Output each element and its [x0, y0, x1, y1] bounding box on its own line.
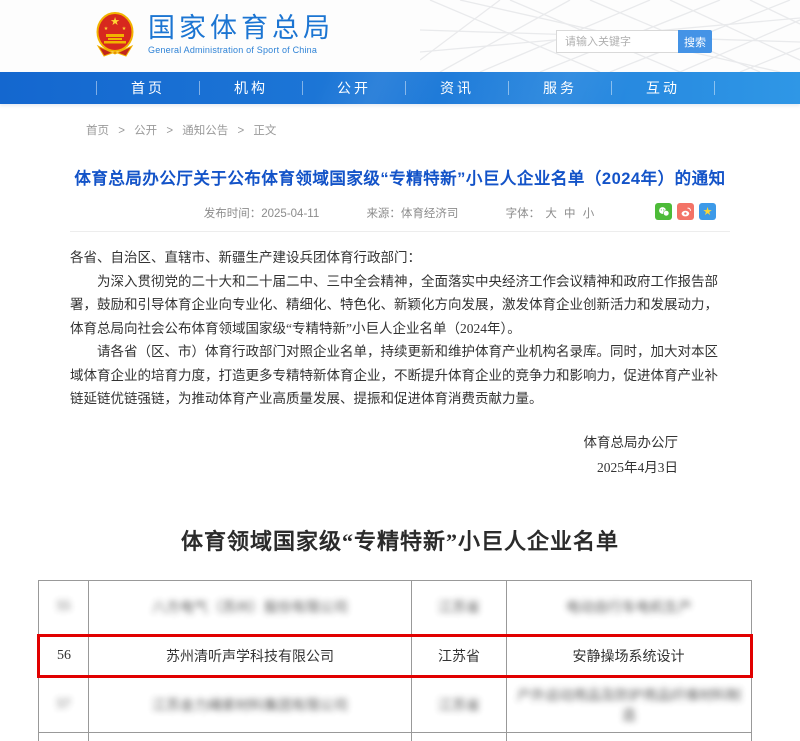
article-source: 来源：体育经济司: [366, 208, 458, 220]
font-size-small[interactable]: 小: [583, 208, 595, 220]
national-emblem-icon: ★ ★ ★: [94, 10, 136, 60]
weibo-share-icon[interactable]: [677, 203, 694, 220]
signature-block: 体育总局办公厅 2025年4月3日: [70, 430, 730, 480]
qzone-share-icon[interactable]: ★: [699, 203, 716, 220]
wechat-share-icon[interactable]: [655, 203, 672, 220]
business-type: 户外运动用品及防护用品纤维材料制造: [517, 689, 741, 724]
business-type: 安静操场系统设计: [573, 650, 685, 665]
site-subtitle: General Administration of Sport of China: [148, 46, 334, 56]
font-size-label: 字体：: [506, 208, 541, 220]
company-name: 江苏金力绳索材料集团有限公司: [152, 699, 348, 714]
site-logo[interactable]: ★ ★ ★ 国家体育总局 General Administration of S…: [94, 10, 334, 60]
company-table: 55 八方电气（苏州）股份有限公司 江苏省 电动自行车电机生产 56 苏州清听声…: [37, 580, 753, 741]
article: 体育总局办公厅关于公布体育领域国家级“专精特新”小巨人企业名单（2024年）的通…: [70, 165, 730, 556]
article-body: 各省、自治区、直辖市、新疆生产建设兵团体育行政部门： 为深入贯彻党的二十大和二十…: [70, 246, 730, 480]
nav-divider: [714, 81, 715, 95]
main-nav: 首页 机构 公开 资讯 服务 互动: [0, 72, 800, 104]
article-title: 体育总局办公厅关于公布体育领域国家级“专精特新”小巨人企业名单（2024年）的通…: [70, 165, 730, 189]
table-row-highlighted: 56 苏州清听声学科技有限公司 江苏省 安静操场系统设计: [39, 635, 752, 676]
table-row: 57 江苏金力绳索材料集团有限公司 江苏省 户外运动用品及防护用品纤维材料制造: [39, 676, 752, 732]
paragraph: 为深入贯彻党的二十大和二十届二中、三中全会精神，全面落实中央经济工作会议精神和政…: [70, 270, 730, 341]
breadcrumb: 首页 > 公开 > 通知公告 > 正文: [86, 122, 800, 138]
nav-item-orgs[interactable]: 机构: [200, 78, 302, 98]
row-number: 55: [57, 599, 71, 614]
meta-divider: [70, 231, 730, 232]
business-type: 电动自行车电机生产: [566, 601, 692, 616]
font-size-large[interactable]: 大: [545, 208, 557, 220]
signature-date: 2025年4月3日: [70, 455, 678, 480]
breadcrumb-current: 正文: [253, 125, 276, 137]
province: 江苏省: [438, 650, 480, 665]
svg-text:★: ★: [104, 26, 109, 32]
list-title: 体育领域国家级“专精特新”小巨人企业名单: [70, 524, 730, 556]
row-number: 57: [57, 697, 71, 712]
nav-item-disclosure[interactable]: 公开: [303, 78, 405, 98]
province: 江苏省: [438, 601, 480, 616]
breadcrumb-home[interactable]: 首页: [86, 125, 109, 137]
search-input[interactable]: [556, 30, 678, 53]
breadcrumb-separator: >: [237, 125, 244, 137]
search-bar: 搜索: [556, 30, 712, 53]
svg-text:★: ★: [122, 26, 127, 32]
nav-item-interact[interactable]: 互动: [612, 78, 714, 98]
page: ★ ★ ★ 国家体育总局 General Administration of S…: [0, 0, 800, 741]
breadcrumb-separator: >: [166, 125, 173, 137]
nav-item-services[interactable]: 服务: [509, 78, 611, 98]
breadcrumb-disclosure[interactable]: 公开: [134, 125, 157, 137]
font-size-control: 字体： 大 中 小: [506, 208, 597, 220]
company-name: 苏州清听声学科技有限公司: [166, 650, 334, 665]
nav-item-news[interactable]: 资讯: [406, 78, 508, 98]
province: 江苏省: [438, 699, 480, 714]
breadcrumb-separator: >: [118, 125, 125, 137]
company-name: 八方电气（苏州）股份有限公司: [152, 601, 348, 616]
share-bar: ★: [655, 203, 716, 220]
table-row: 58 浙江千禧龙纤特种纤维股份有限公司 浙江省 钓线用高强纤维、防割手套制造: [39, 732, 752, 741]
font-size-medium[interactable]: 中: [564, 208, 576, 220]
article-meta: 发布时间：2025-04-11 来源：体育经济司 字体： 大 中 小 ★: [70, 205, 730, 221]
search-button[interactable]: 搜索: [678, 30, 712, 53]
svg-text:★: ★: [110, 16, 120, 28]
row-number: 56: [57, 648, 71, 663]
nav-item-home[interactable]: 首页: [97, 78, 199, 98]
paragraph: 请各省（区、市）体育行政部门对照企业名单，持续更新和维护体育产业机构名录库。同时…: [70, 340, 730, 411]
signature-org: 体育总局办公厅: [70, 430, 678, 455]
site-header: ★ ★ ★ 国家体育总局 General Administration of S…: [0, 0, 800, 72]
publish-date: 发布时间：2025-04-11: [204, 208, 319, 220]
site-title: 国家体育总局: [148, 14, 334, 44]
breadcrumb-notices[interactable]: 通知公告: [182, 125, 228, 137]
paragraph: 各省、自治区、直辖市、新疆生产建设兵团体育行政部门：: [70, 246, 730, 270]
table-row: 55 八方电气（苏州）股份有限公司 江苏省 电动自行车电机生产: [39, 580, 752, 635]
